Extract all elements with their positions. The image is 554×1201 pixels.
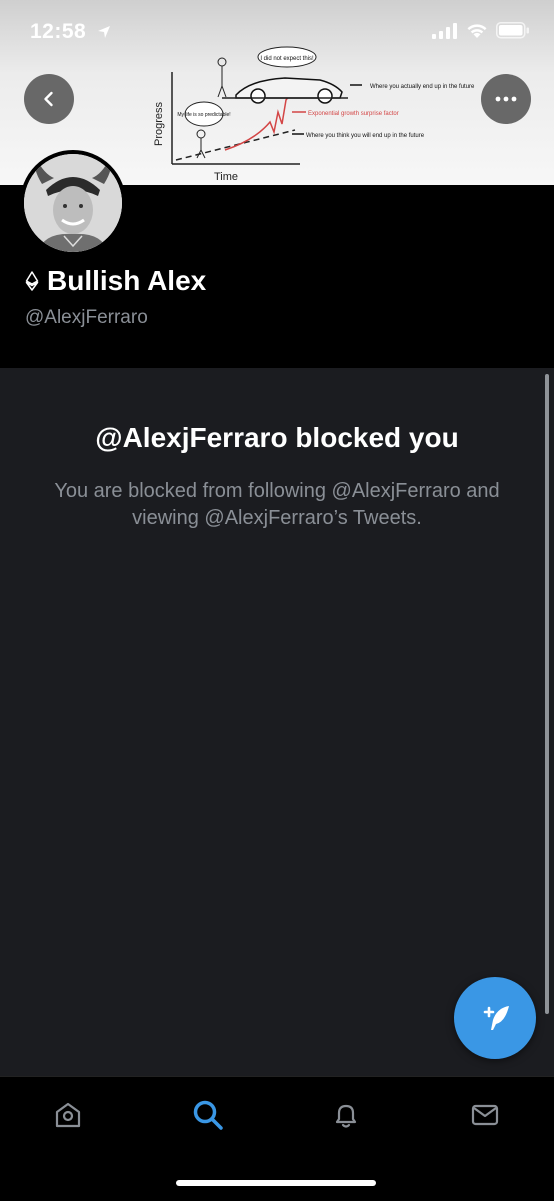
banner-note-1: Where you actually end up in the future: [370, 84, 475, 90]
banner-y-axis-label: Progress: [153, 101, 165, 146]
ethereum-icon: [25, 271, 39, 291]
banner-speech-left: My life is so predictable!: [177, 112, 230, 118]
avatar[interactable]: [20, 150, 126, 256]
banner-x-axis-label: Time: [214, 171, 238, 183]
banner-note-3: Where you think you will end up in the f…: [306, 133, 425, 139]
ellipsis-icon: [495, 96, 517, 102]
profile-handle: @AlexjFerraro: [25, 307, 148, 328]
scrollbar[interactable]: [545, 374, 549, 1014]
display-name-text: Bullish Alex: [47, 265, 207, 296]
blocked-description: You are blocked from following @AlexjFer…: [54, 480, 500, 529]
home-indicator[interactable]: [176, 1180, 376, 1186]
wifi-icon: [467, 23, 487, 38]
tab-notifications[interactable]: [326, 1095, 366, 1135]
cellular-signal-icon: [432, 22, 457, 39]
battery-icon: [496, 22, 529, 39]
profile-display-name: Bullish Alex: [25, 265, 206, 297]
back-button[interactable]: [24, 74, 74, 124]
blocked-title: @AlexjFerraro blocked you: [95, 422, 459, 453]
banner-note-2: Exponential growth surprise factor: [308, 111, 399, 117]
compose-tweet-button[interactable]: [454, 977, 536, 1059]
more-options-button[interactable]: [481, 74, 531, 124]
tab-search[interactable]: [188, 1095, 228, 1135]
compose-feather-icon: [483, 1006, 509, 1030]
status-time-text: 12:58: [30, 20, 87, 43]
bell-icon: [335, 1104, 357, 1128]
envelope-icon: [471, 1104, 499, 1126]
avatar-image: [24, 154, 122, 252]
status-time: 12:58: [30, 20, 111, 44]
status-icons: [432, 22, 530, 39]
chevron-left-icon: [44, 91, 53, 107]
search-icon: [193, 1100, 223, 1130]
location-arrow-icon: [97, 26, 110, 38]
status-bar: 12:58: [0, 0, 554, 60]
tab-messages[interactable]: [465, 1095, 505, 1135]
profile-content-area: [0, 368, 554, 1076]
home-icon: [55, 1102, 81, 1128]
tab-home[interactable]: [48, 1095, 88, 1135]
